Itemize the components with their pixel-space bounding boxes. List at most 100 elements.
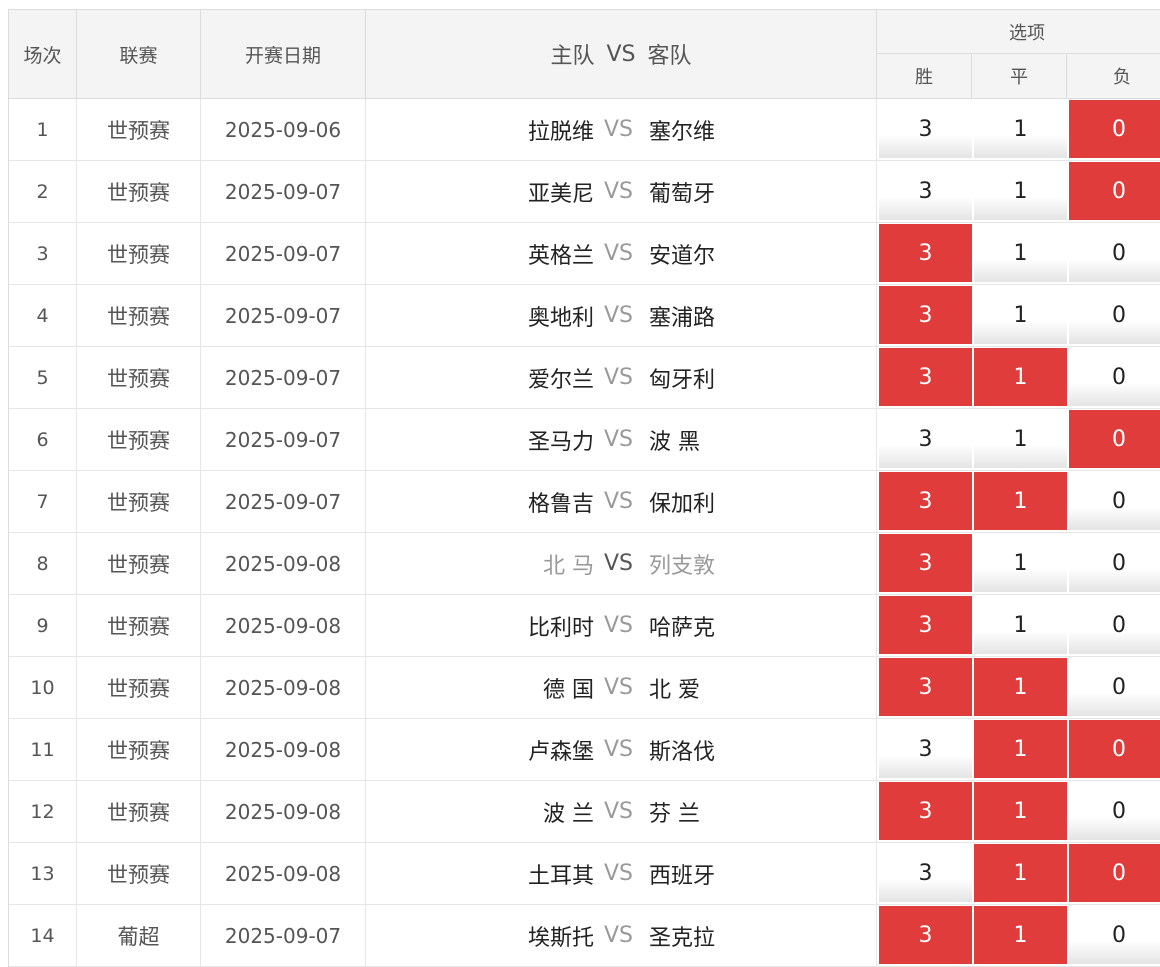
match-teams: 拉脱维 VS 塞尔维 xyxy=(366,99,877,160)
table-row: 14 葡超 2025-09-07 埃斯托 VS 圣克拉 3 1 0 xyxy=(9,905,1160,967)
home-team: 拉脱维 xyxy=(527,119,594,145)
vs-label: VS xyxy=(604,179,634,204)
option-draw[interactable]: 1 xyxy=(974,782,1067,840)
option-lose[interactable]: 0 xyxy=(1069,534,1160,592)
match-table: 场次 联赛 开赛日期 主队 VS 客队 选项 胜 平 负 1 世预赛 2025-09… xyxy=(8,9,1160,967)
option-win[interactable]: 3 xyxy=(879,844,972,902)
table-row: 8 世预赛 2025-09-08 北 马 VS 列支敦 3 1 0 xyxy=(9,533,1160,595)
option-win[interactable]: 3 xyxy=(879,596,972,654)
match-date: 2025-09-07 xyxy=(201,471,366,532)
match-no: 14 xyxy=(9,905,77,966)
match-no: 12 xyxy=(9,781,77,842)
vs-label: VS xyxy=(604,241,634,266)
option-lose[interactable]: 0 xyxy=(1069,410,1160,468)
option-win[interactable]: 3 xyxy=(879,658,972,716)
header-date: 开赛日期 xyxy=(201,10,366,98)
option-win[interactable]: 3 xyxy=(879,782,972,840)
league-name: 世预赛 xyxy=(77,161,201,222)
header-away: 客队 xyxy=(647,44,692,69)
away-team: 葡萄牙 xyxy=(649,181,716,207)
table-header: 场次 联赛 开赛日期 主队 VS 客队 选项 胜 平 负 xyxy=(9,10,1160,99)
header-options: 选项 xyxy=(877,10,1160,54)
option-lose[interactable]: 0 xyxy=(1069,844,1160,902)
home-team: 比利时 xyxy=(527,615,594,641)
match-date: 2025-09-08 xyxy=(201,657,366,718)
option-draw[interactable]: 1 xyxy=(974,162,1067,220)
option-lose[interactable]: 0 xyxy=(1069,782,1160,840)
away-team: 芬 兰 xyxy=(649,801,700,827)
option-draw[interactable]: 1 xyxy=(974,906,1067,964)
match-date: 2025-09-08 xyxy=(201,595,366,656)
option-lose[interactable]: 0 xyxy=(1069,348,1160,406)
match-teams: 奥地利 VS 塞浦路 xyxy=(366,285,877,346)
table-row: 7 世预赛 2025-09-07 格鲁吉 VS 保加利 3 1 0 xyxy=(9,471,1160,533)
home-team: 奥地利 xyxy=(527,305,594,331)
match-no: 13 xyxy=(9,843,77,904)
option-draw[interactable]: 1 xyxy=(974,410,1067,468)
vs-label: VS xyxy=(604,365,634,390)
league-name: 世预赛 xyxy=(77,347,201,408)
match-no: 6 xyxy=(9,409,77,470)
option-draw[interactable]: 1 xyxy=(974,100,1067,158)
table-row: 13 世预赛 2025-09-08 土耳其 VS 西班牙 3 1 0 xyxy=(9,843,1160,905)
vs-label: VS xyxy=(604,489,634,514)
option-lose[interactable]: 0 xyxy=(1069,162,1160,220)
option-win[interactable]: 3 xyxy=(879,286,972,344)
option-win[interactable]: 3 xyxy=(879,472,972,530)
match-no: 3 xyxy=(9,223,77,284)
match-date: 2025-09-08 xyxy=(201,533,366,594)
vs-label: VS xyxy=(604,613,634,638)
home-team: 波 兰 xyxy=(543,801,594,827)
option-win[interactable]: 3 xyxy=(879,348,972,406)
option-win[interactable]: 3 xyxy=(879,162,972,220)
option-draw[interactable]: 1 xyxy=(974,596,1067,654)
vs-label: VS xyxy=(604,303,634,328)
match-no: 4 xyxy=(9,285,77,346)
option-win[interactable]: 3 xyxy=(879,410,972,468)
header-league: 联赛 xyxy=(77,10,201,98)
table-row: 5 世预赛 2025-09-07 爱尔兰 VS 匈牙利 3 1 0 xyxy=(9,347,1160,409)
match-no: 9 xyxy=(9,595,77,656)
match-no: 11 xyxy=(9,719,77,780)
match-teams: 爱尔兰 VS 匈牙利 xyxy=(366,347,877,408)
league-name: 世预赛 xyxy=(77,595,201,656)
match-date: 2025-09-08 xyxy=(201,719,366,780)
option-draw[interactable]: 1 xyxy=(974,720,1067,778)
option-draw[interactable]: 1 xyxy=(974,348,1067,406)
option-lose[interactable]: 0 xyxy=(1069,472,1160,530)
table-row: 6 世预赛 2025-09-07 圣马力 VS 波 黑 310 xyxy=(9,409,1160,471)
option-win[interactable]: 3 xyxy=(879,224,972,282)
match-teams: 格鲁吉 VS 保加利 xyxy=(366,471,877,532)
table-row: 10 世预赛 2025-09-08 德 国 VS 北 爱310 xyxy=(9,657,1160,719)
option-lose[interactable]: 0 xyxy=(1069,906,1160,964)
table-row: 3 世预赛 2025-09-07 英格兰 VS 安道尔 3 1 0 xyxy=(9,223,1160,285)
option-lose[interactable]: 0 xyxy=(1069,100,1160,158)
option-lose[interactable]: 0 xyxy=(1069,224,1160,282)
vs-label: VS xyxy=(604,923,634,948)
option-draw[interactable]: 1 xyxy=(974,472,1067,530)
option-lose[interactable]: 0 xyxy=(1069,658,1160,716)
option-draw[interactable]: 1 xyxy=(974,658,1067,716)
option-lose[interactable]: 0 xyxy=(1069,720,1160,778)
match-no: 1 xyxy=(9,99,77,160)
option-draw[interactable]: 1 xyxy=(974,534,1067,592)
option-draw[interactable]: 1 xyxy=(974,224,1067,282)
option-win[interactable]: 3 xyxy=(879,534,972,592)
option-win[interactable]: 3 xyxy=(879,720,972,778)
option-win[interactable]: 3 xyxy=(879,906,972,964)
league-name: 世预赛 xyxy=(77,99,201,160)
option-lose[interactable]: 0 xyxy=(1069,286,1160,344)
match-teams: 英格兰 VS 安道尔 xyxy=(366,223,877,284)
table-body: 1 世预赛 2025-09-06 拉脱维 VS 塞尔维 3 1 0 2 世预赛 2025-09-07 亚… xyxy=(9,99,1160,967)
match-date: 2025-09-06 xyxy=(201,99,366,160)
match-teams: 卢森堡 VS 斯洛伐 xyxy=(366,719,877,780)
away-team: 斯洛伐 xyxy=(649,739,716,765)
match-teams: 圣马力 VS 波 黑 xyxy=(366,409,877,470)
option-win[interactable]: 3 xyxy=(879,100,972,158)
match-no: 8 xyxy=(9,533,77,594)
home-team: 爱尔兰 xyxy=(527,367,594,393)
option-draw[interactable]: 1 xyxy=(974,286,1067,344)
option-lose[interactable]: 0 xyxy=(1069,596,1160,654)
option-draw[interactable]: 1 xyxy=(974,844,1067,902)
league-name: 世预赛 xyxy=(77,719,201,780)
